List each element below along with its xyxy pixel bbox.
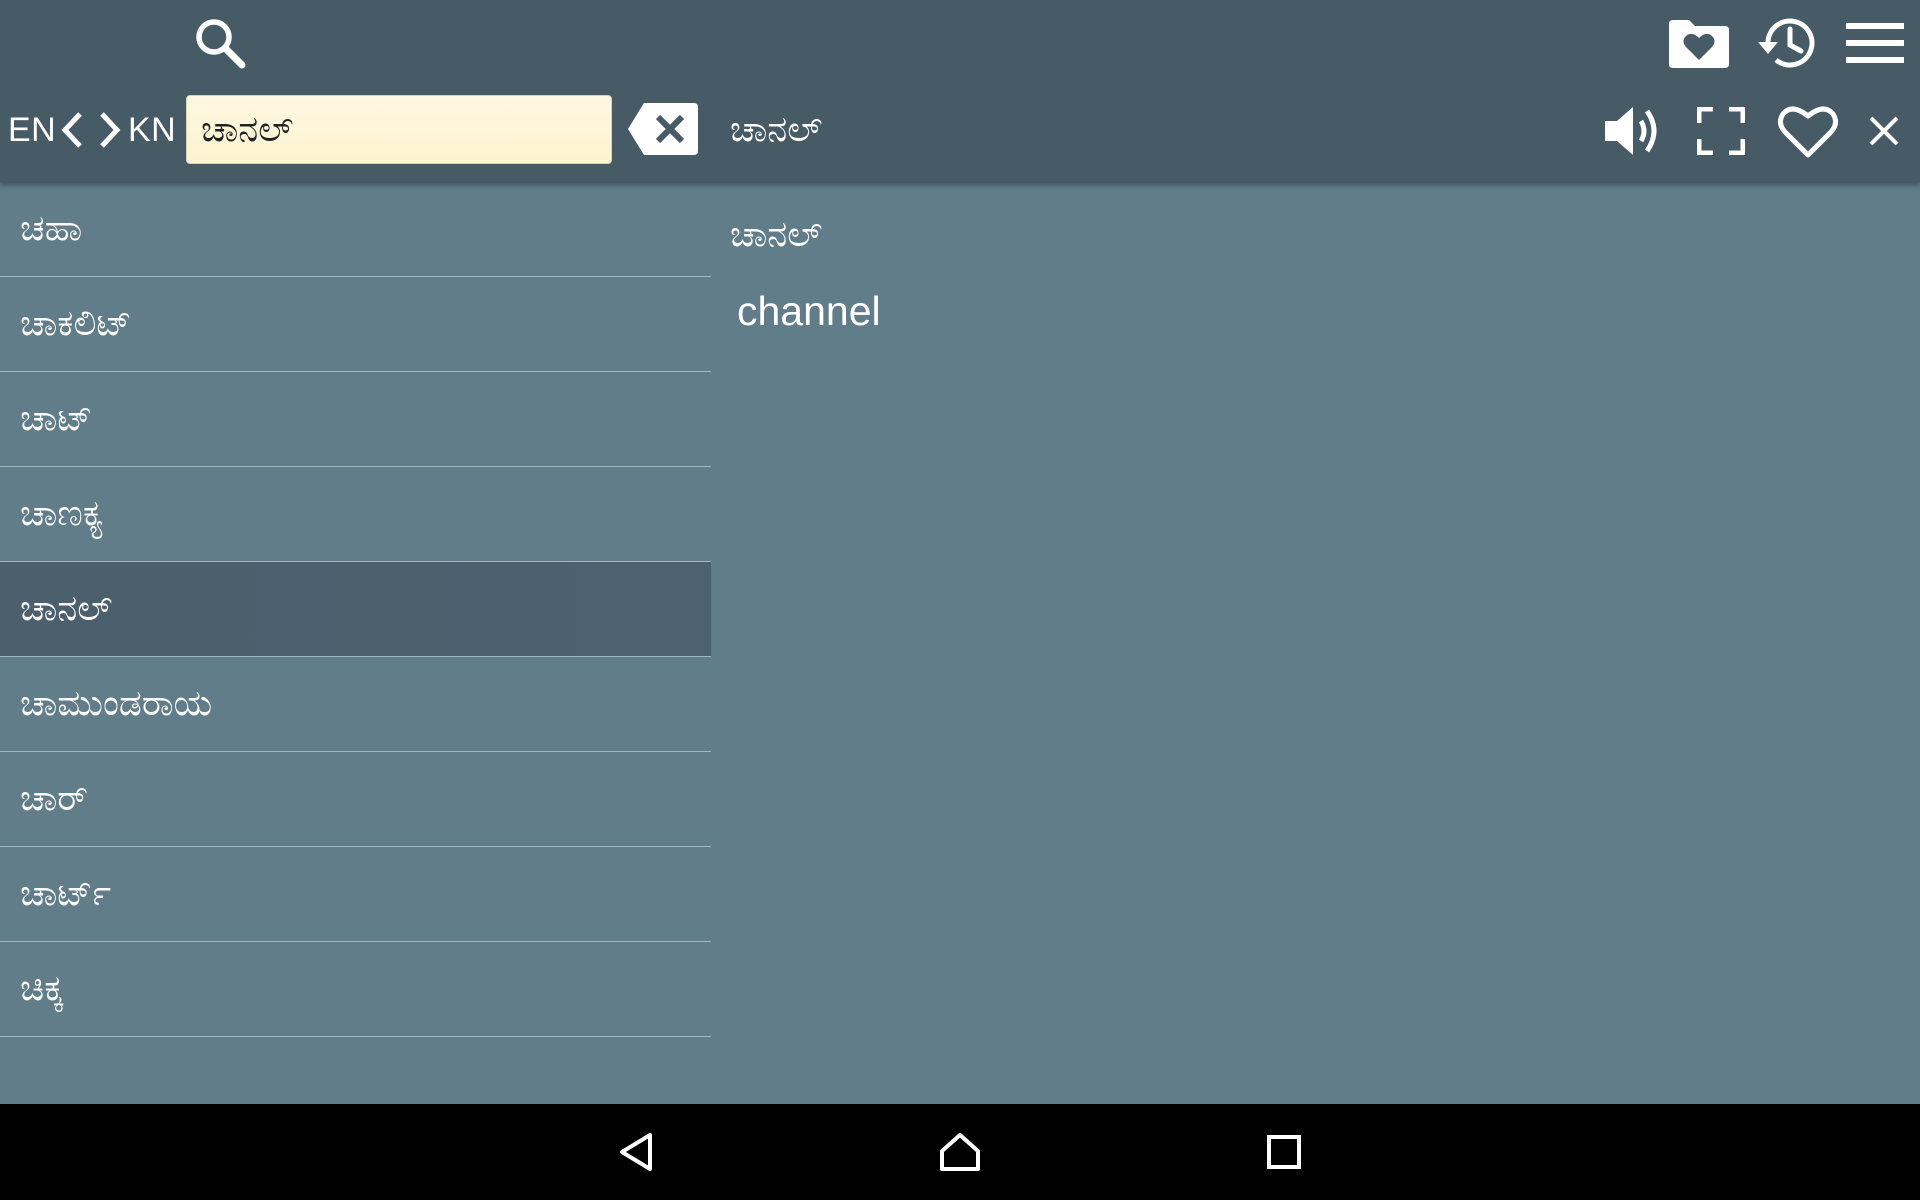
list-item-label: ಚಾಕಲಿಟ್ — [20, 303, 132, 344]
list-item[interactable]: ಚಾಮುಂಡರಾಯ — [0, 657, 711, 752]
list-item-label: ಚಾಟ್ — [20, 398, 93, 439]
list-item[interactable]: ಚಿಕ್ಕ — [0, 942, 711, 1037]
list-item[interactable]: ಚಹಾ — [0, 182, 711, 277]
list-item-label: ಚಹಾ — [20, 208, 83, 249]
add-favorite-button[interactable] — [1772, 96, 1844, 166]
nav-home-button[interactable] — [930, 1122, 990, 1182]
list-item[interactable]: ಚಾಣಕ್ಯ — [0, 467, 711, 562]
clear-search-button[interactable] — [626, 101, 700, 157]
menu-icon — [1846, 23, 1904, 63]
translation-detail-pane: ಚಾನಲ್ channel — [711, 182, 1920, 1104]
list-item-label: ಚಾನಲ್ — [20, 588, 113, 629]
close-detail-button[interactable] — [1862, 96, 1906, 166]
current-word-title: ಚಾನಲ್ — [730, 109, 823, 150]
home-icon — [940, 1133, 980, 1171]
nav-recents-button[interactable] — [1254, 1122, 1314, 1182]
history-button[interactable] — [1752, 8, 1822, 78]
word-list: ಚಹಾ ಚಾಕಲಿಟ್ ಚಾಟ್ ಚಾಣಕ್ಯ ಚಾನಲ್ ಚಾಮುಂಡರಾಯ … — [0, 182, 711, 1104]
fullscreen-icon — [1697, 107, 1745, 155]
detail-translation: channel — [737, 288, 881, 334]
swap-language-left-button[interactable] — [56, 105, 88, 155]
top-toolbar: EN KN ಚಾನಲ್ — [0, 0, 1920, 182]
speak-button[interactable] — [1598, 96, 1668, 166]
close-icon — [1869, 116, 1899, 146]
list-item-label: ಚಾಮುಂಡರಾಯ — [20, 683, 213, 724]
search-icon — [196, 19, 246, 69]
heart-icon — [1777, 106, 1839, 158]
swap-language-right-button[interactable] — [94, 105, 126, 155]
back-triangle-icon — [620, 1133, 652, 1171]
menu-button[interactable] — [1840, 8, 1910, 78]
list-item-label: ಚಾರ್ಟ್ — [20, 873, 112, 914]
target-language-label[interactable]: KN — [128, 105, 176, 155]
history-icon — [1758, 18, 1815, 68]
list-item[interactable]: ಚಾರ್ಟ್ — [0, 847, 711, 942]
list-item[interactable]: ಚಾರ್ — [0, 752, 711, 847]
nav-back-button[interactable] — [606, 1122, 666, 1182]
fullscreen-button[interactable] — [1686, 96, 1756, 166]
list-item-label: ಚಾಣಕ್ಯ — [20, 493, 104, 534]
detail-headword: ಚಾನಲ್ — [730, 214, 823, 255]
source-language-label[interactable]: EN — [8, 105, 56, 155]
chevron-right-icon — [100, 112, 121, 148]
search-input[interactable] — [186, 95, 612, 164]
favorites-folder-button[interactable] — [1664, 8, 1734, 78]
favorites-folder-icon — [1669, 20, 1729, 68]
search-button[interactable] — [185, 8, 255, 78]
list-item-label: ಚಿಕ್ಕ — [20, 968, 64, 1009]
list-item[interactable]: ಚಾಕಲಿಟ್ — [0, 277, 711, 372]
backspace-clear-icon — [628, 103, 698, 155]
recents-square-icon — [1267, 1135, 1301, 1169]
system-navigation-bar — [0, 1104, 1920, 1200]
chevron-left-icon — [61, 112, 82, 148]
list-item-selected[interactable]: ಚಾನಲ್ — [0, 562, 711, 657]
list-item[interactable]: ಚಾಟ್ — [0, 372, 711, 467]
dictionary-app: EN KN ಚಾನಲ್ ಚಾನಲ್ ಚಹಾ ಚಾಕಲಿಟ್ ಚಾಟ್ ಚಾಣಕ್… — [0, 0, 1920, 1200]
speaker-icon — [1605, 107, 1657, 155]
list-item-label: ಚಾರ್ — [20, 778, 89, 819]
